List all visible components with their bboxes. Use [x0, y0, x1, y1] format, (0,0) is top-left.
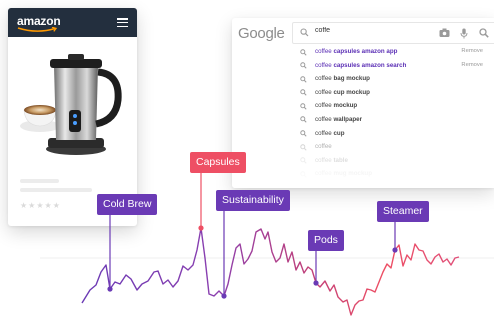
marker-sustainability[interactable] — [221, 293, 227, 299]
marker-pods[interactable] — [313, 280, 319, 286]
label-sustainability[interactable]: Sustainability — [216, 190, 290, 211]
trend-line — [81, 227, 460, 316]
label-steamer[interactable]: Steamer — [377, 201, 429, 222]
marker-steamer[interactable] — [392, 247, 398, 253]
marker-cold-brew[interactable] — [107, 286, 113, 292]
trend-line-chart — [40, 171, 494, 316]
label-pods[interactable]: Pods — [308, 230, 344, 251]
marker-capsules[interactable] — [198, 225, 204, 231]
label-cold-brew[interactable]: Cold Brew — [97, 194, 158, 215]
label-capsules[interactable]: Capsules — [190, 152, 246, 173]
